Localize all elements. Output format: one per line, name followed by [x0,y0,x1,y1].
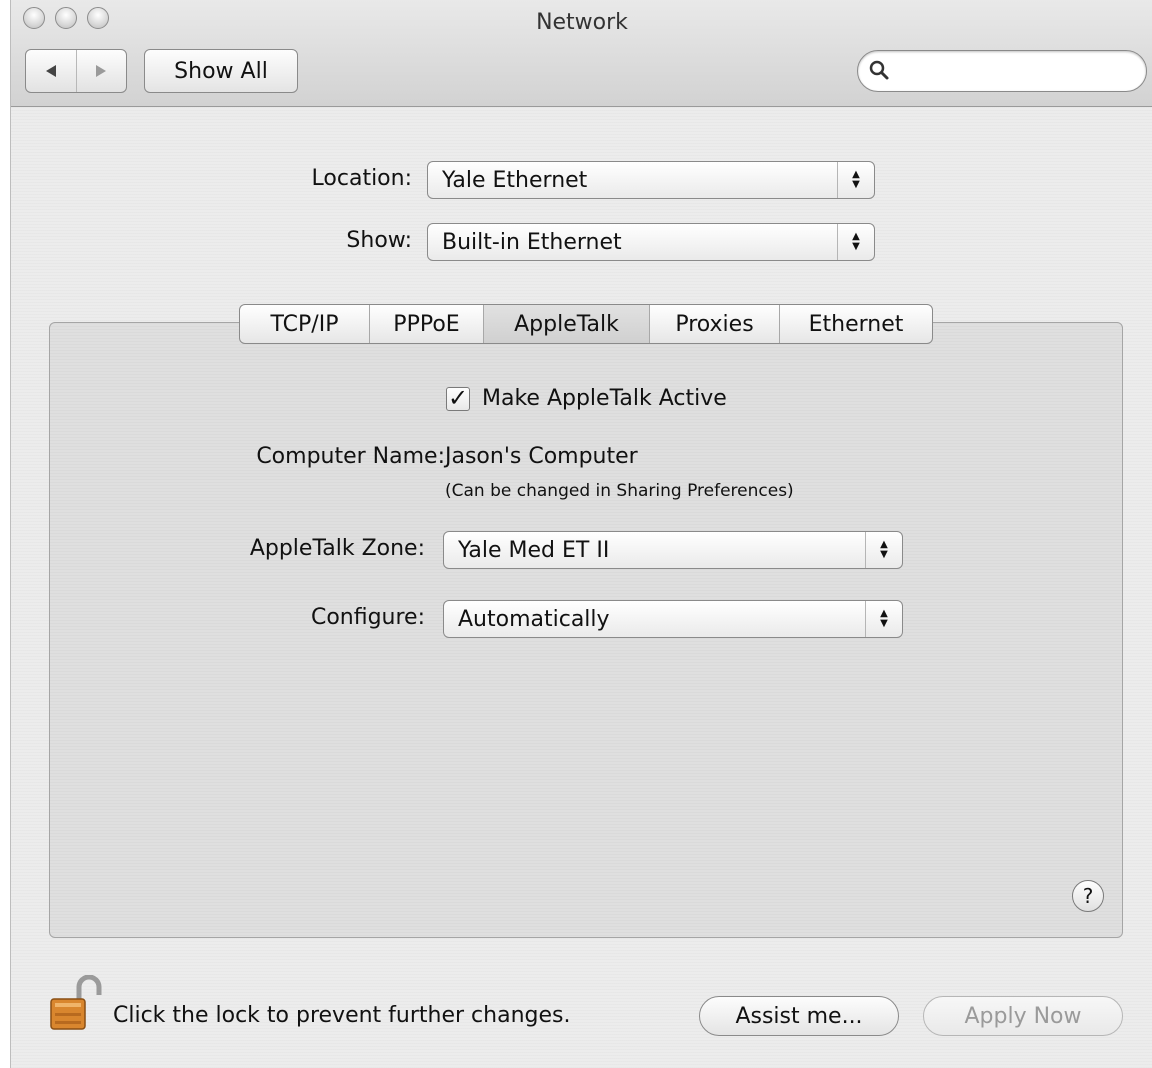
search-field[interactable] [857,50,1147,92]
show-all-button[interactable]: Show All [144,49,298,93]
popup-arrows-icon: ▲ ▼ [837,162,874,198]
magnifier-icon [869,60,889,80]
show-popup[interactable]: Built-in Ethernet ▲ ▼ [427,223,875,261]
forward-arrow-icon [96,65,107,77]
computer-name-value: Jason's Computer [445,444,638,469]
appletalk-zone-value: Yale Med ET II [458,538,610,563]
popup-arrows-icon: ▲ ▼ [837,224,874,260]
network-preferences-window: Network Show All Location: Yale Ethernet… [10,0,1152,1068]
search-input[interactable] [896,57,1135,87]
help-button[interactable]: ? [1072,880,1104,912]
tab-proxies[interactable]: Proxies [650,305,780,343]
make-appletalk-active-checkbox[interactable]: ✓ [446,384,470,412]
tab-appletalk[interactable]: AppleTalk [484,305,650,343]
location-popup[interactable]: Yale Ethernet ▲ ▼ [427,161,875,199]
configure-value: Automatically [458,607,610,632]
popup-arrows-icon: ▲ ▼ [865,532,902,568]
lock-status-text: Click the lock to prevent further change… [113,1003,571,1028]
window-title: Network [536,10,628,35]
show-value: Built-in Ethernet [442,230,622,255]
make-appletalk-active-label: Make AppleTalk Active [482,386,727,411]
appletalk-zone-popup[interactable]: Yale Med ET II ▲ ▼ [443,531,903,569]
title-bar: Network Show All [11,0,1152,107]
assist-me-button[interactable]: Assist me... [699,996,899,1036]
computer-name-label: Computer Name: [256,444,445,469]
appletalk-zone-label: AppleTalk Zone: [249,536,425,561]
help-icon: ? [1082,884,1094,908]
configure-label: Configure: [310,605,425,630]
checkmark-icon: ✓ [447,384,469,412]
apply-now-button[interactable]: Apply Now [923,996,1123,1036]
back-arrow-icon [45,65,56,77]
tab-pppoe[interactable]: PPPoE [370,305,484,343]
computer-name-note: (Can be changed in Sharing Preferences) [445,481,794,501]
location-value: Yale Ethernet [442,168,588,193]
back-button[interactable] [26,50,77,92]
forward-button[interactable] [77,50,127,92]
back-forward-control [25,49,127,93]
popup-arrows-icon: ▲ ▼ [865,601,902,637]
lock-icon[interactable] [47,975,107,1033]
tab-ethernet[interactable]: Ethernet [780,305,932,343]
configure-popup[interactable]: Automatically ▲ ▼ [443,600,903,638]
location-label: Location: [311,166,412,191]
tab-bar: TCP/IP PPPoE AppleTalk Proxies Ethernet [239,304,933,344]
tab-tcp-ip[interactable]: TCP/IP [240,305,370,343]
show-label: Show: [346,228,412,253]
